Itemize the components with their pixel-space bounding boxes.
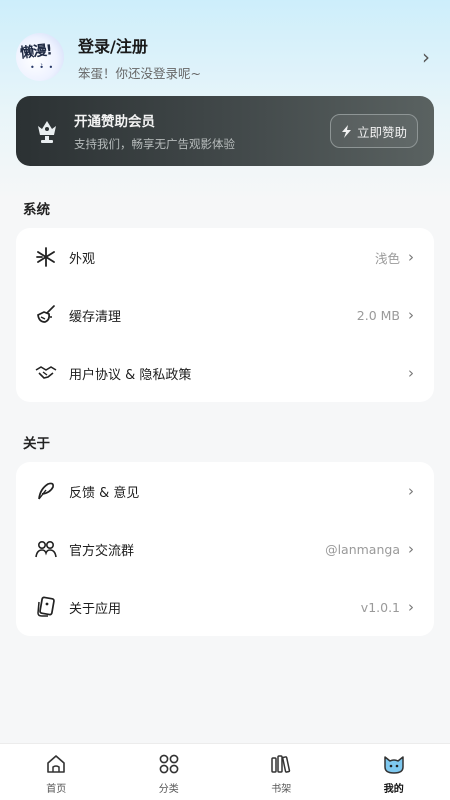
settings-row-group[interactable]: 官方交流群 @lanmanga › <box>16 520 434 578</box>
lightning-icon <box>341 124 351 138</box>
sponsor-now-button[interactable]: 立即赞助 <box>330 114 418 148</box>
handshake-icon <box>35 362 57 384</box>
app-info-icon <box>35 596 57 618</box>
row-label: 关于应用 <box>69 601 122 617</box>
system-settings-card: 外观 浅色 › 缓存清理 2.0 MB › 用户协议 & 隐私政策 › <box>16 228 434 402</box>
row-label: 反馈 & 意见 <box>69 485 140 501</box>
nav-tab-home[interactable]: 首页 <box>0 744 113 800</box>
avatar[interactable]: 懒漫! • •̀ • <box>16 33 64 81</box>
bookshelf-icon <box>271 755 291 773</box>
appearance-icon <box>35 246 57 268</box>
row-value: v1.0.1 <box>360 599 400 615</box>
home-icon <box>47 755 66 773</box>
group-icon <box>35 538 57 560</box>
row-label: 官方交流群 <box>69 543 135 559</box>
settings-row-cache[interactable]: 缓存清理 2.0 MB › <box>16 286 434 344</box>
profile-text: 登录/注册 笨蛋！你还没登录呢~ <box>78 33 422 82</box>
crown-cup-icon <box>38 121 56 143</box>
sponsor-membership-card[interactable]: 开通赞助会员 支持我们，畅享无广告观影体验 立即赞助 <box>16 96 434 166</box>
row-value: 2.0 MB <box>356 307 400 323</box>
row-label: 用户协议 & 隐私政策 <box>69 367 192 383</box>
nav-label: 分类 <box>158 784 179 795</box>
login-register-title[interactable]: 登录/注册 <box>78 33 422 57</box>
about-card: 反馈 & 意见 › 官方交流群 @lanmanga › 关于应用 v1.0.1 … <box>16 462 434 636</box>
chevron-right-icon: › <box>422 45 430 69</box>
feather-icon <box>35 480 57 502</box>
sponsor-title: 开通赞助会员 <box>74 114 155 130</box>
sponsor-text: 开通赞助会员 支持我们，畅享无广告观影体验 <box>74 110 330 152</box>
settings-row-about-app[interactable]: 关于应用 v1.0.1 › <box>16 578 434 636</box>
section-title-system: 系统 <box>23 202 50 218</box>
sponsor-subtitle: 支持我们，畅享无广告观影体验 <box>74 137 235 151</box>
broom-icon <box>35 304 57 326</box>
settings-row-appearance[interactable]: 外观 浅色 › <box>16 228 434 286</box>
nav-label: 书架 <box>271 784 292 795</box>
chevron-right-icon: › <box>408 248 414 266</box>
sponsor-now-label: 立即赞助 <box>356 124 407 140</box>
nav-label: 首页 <box>46 784 67 795</box>
row-value: 浅色 <box>374 250 400 266</box>
chevron-right-icon: › <box>408 598 414 616</box>
chevron-right-icon: › <box>408 364 414 382</box>
nav-tab-bookshelf[interactable]: 书架 <box>225 744 338 800</box>
settings-row-agreement[interactable]: 用户协议 & 隐私政策 › <box>16 344 434 402</box>
settings-row-feedback[interactable]: 反馈 & 意见 › <box>16 462 434 520</box>
nav-tab-category[interactable]: 分类 <box>113 744 226 800</box>
chevron-right-icon: › <box>408 540 414 558</box>
cat-profile-icon <box>384 756 404 774</box>
row-label: 外观 <box>69 251 96 267</box>
nav-tab-profile[interactable]: 我的 <box>338 744 450 800</box>
row-label: 缓存清理 <box>69 309 122 325</box>
profile-header[interactable]: 懒漫! • •̀ • 登录/注册 笨蛋！你还没登录呢~ › <box>16 30 434 84</box>
avatar-decoration: • •̀ • <box>30 63 55 72</box>
category-icon <box>159 754 179 774</box>
section-title-about: 关于 <box>23 436 50 452</box>
chevron-right-icon: › <box>408 482 414 500</box>
chevron-right-icon: › <box>408 306 414 324</box>
login-hint: 笨蛋！你还没登录呢~ <box>78 65 201 81</box>
bottom-navigation: 首页 分类 书架 我的 <box>0 743 450 800</box>
row-value: @lanmanga <box>325 541 400 557</box>
avatar-logo-text: 懒漫! <box>19 42 53 62</box>
nav-label: 我的 <box>383 784 404 795</box>
